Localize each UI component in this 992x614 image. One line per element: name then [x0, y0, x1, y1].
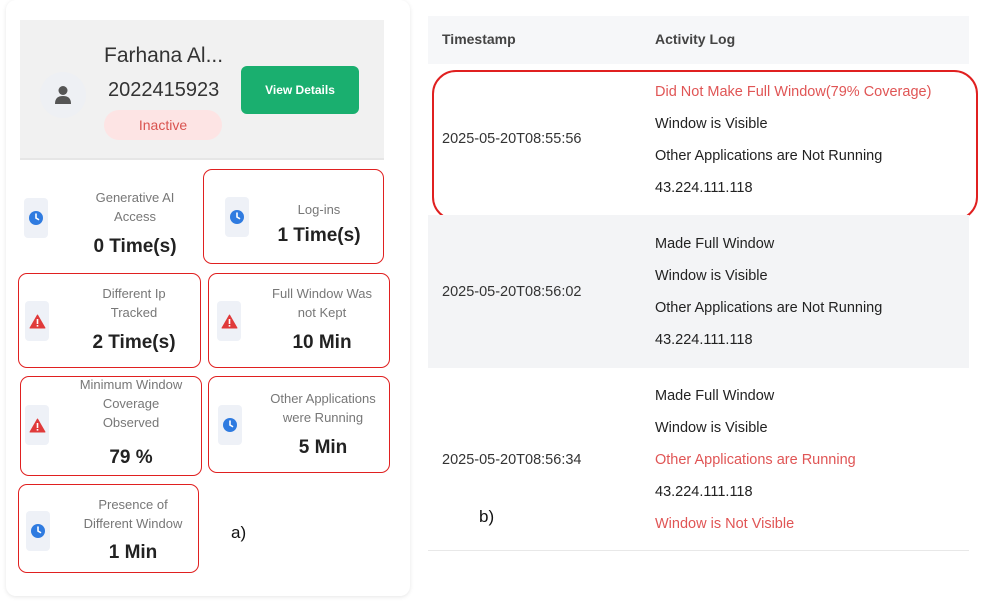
stat-minimum-window-coverage: Minimum Window Coverage Observed 79 % [20, 376, 202, 476]
stat-other-applications-running: Other Applications were Running 5 Min [208, 376, 390, 473]
avatar [40, 72, 86, 118]
warning-icon [25, 301, 49, 341]
stat-generative-ai-access: Generative AI Access 0 Time(s) [20, 178, 200, 266]
activity-entry: Other Applications are Not Running [655, 300, 883, 316]
activity-entry: Other Applications are Running [655, 452, 856, 468]
activity-entry: Made Full Window [655, 236, 775, 252]
table-row: 2025-05-20T08:56:02 Made Full Window Win… [428, 215, 969, 368]
stat-value: 10 Min [292, 332, 352, 353]
clock-icon [225, 197, 249, 237]
stat-label: Minimum Window Coverage Observed [79, 377, 183, 430]
activity-entry: 43.224.111.118 [655, 484, 753, 500]
row-timestamp: 2025-05-20T08:56:34 [442, 452, 582, 468]
timestamp-column-header: Timestamp [442, 31, 516, 47]
activity-entry: Made Full Window [655, 388, 775, 404]
user-icon [55, 86, 71, 104]
stat-label: Generative AI Access [95, 190, 175, 224]
stat-label: Log-ins [297, 202, 341, 217]
view-details-button[interactable]: View Details [241, 66, 359, 114]
stat-label: Different Ip Tracked [102, 286, 166, 320]
clock-icon [24, 198, 48, 238]
stat-value: 1 Min [108, 542, 158, 563]
user-name: Farhana Al... [104, 44, 224, 67]
stat-value: 79 % [109, 447, 153, 468]
stat-value: 5 Min [298, 437, 348, 458]
stat-different-ip-tracked: Different Ip Tracked 2 Time(s) [18, 273, 201, 368]
clock-icon [26, 511, 50, 551]
stat-log-ins: Log-ins 1 Time(s) [203, 169, 384, 264]
activity-log-column-header: Activity Log [655, 31, 736, 47]
stat-value: 0 Time(s) [93, 236, 177, 257]
panel-label-a: a) [231, 523, 247, 542]
stat-value: 2 Time(s) [92, 332, 176, 353]
activity-entry: 43.224.111.118 [655, 332, 753, 348]
stat-label: Full Window Was not Kept [272, 286, 372, 320]
activity-entry: Window is Not Visible [655, 516, 795, 532]
stat-label: Other Applications were Running [270, 391, 376, 425]
stat-full-window-not-kept: Full Window Was not Kept 10 Min [208, 273, 390, 368]
table-row: 2025-05-20T08:56:34 Made Full Window Win… [428, 368, 969, 550]
activity-entry: Window is Visible [655, 420, 768, 436]
panel-label-b: b) [479, 507, 495, 526]
row-divider [428, 550, 969, 551]
warning-icon [25, 405, 49, 445]
highlight-outline [432, 70, 978, 221]
user-card: Farhana Al... 2022415923 Inactive View D… [20, 20, 384, 160]
activity-log-header: Timestamp Activity Log [428, 16, 969, 64]
clock-icon [218, 405, 242, 445]
stat-presence-different-window: Presence of Different Window 1 Min [18, 484, 199, 573]
user-id: 2022415923 [108, 79, 220, 101]
warning-icon [217, 301, 241, 341]
row-timestamp: 2025-05-20T08:56:02 [442, 284, 582, 300]
activity-entry: Window is Visible [655, 268, 768, 284]
status-badge: Inactive [104, 110, 222, 140]
stat-value: 1 Time(s) [277, 225, 361, 246]
stat-label: Presence of Different Window [83, 497, 183, 531]
